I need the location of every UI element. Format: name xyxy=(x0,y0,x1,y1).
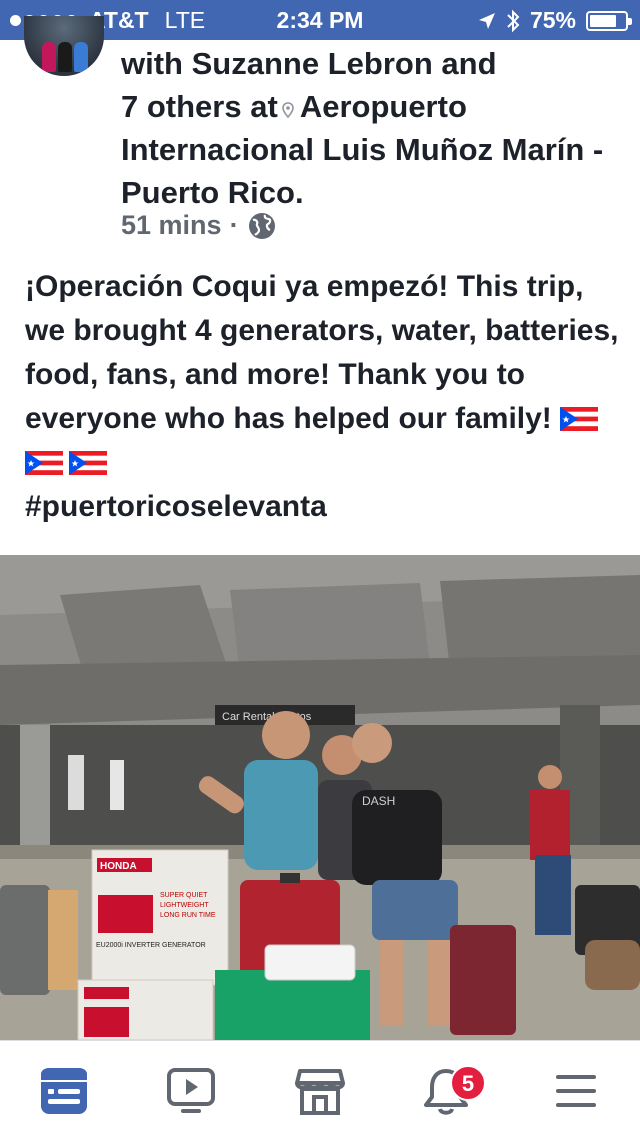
tagged-person-link[interactable]: Suzanne Lebron xyxy=(192,46,433,81)
photo-box-brand: HONDA xyxy=(100,861,137,872)
header-prefix: with xyxy=(121,46,183,81)
meta-separator: · xyxy=(229,210,239,240)
puerto-rico-flag-icon xyxy=(25,451,63,475)
post-timestamp[interactable]: 51 mins xyxy=(121,210,222,241)
photo-box-line: SUPER QUIET xyxy=(160,892,208,899)
battery-percent: 75% xyxy=(529,7,576,33)
photo-scene: Car Rental / Autos HONDA SUPER QUIET LIGH… xyxy=(0,555,640,1040)
menu-icon xyxy=(556,1075,596,1107)
tab-menu[interactable] xyxy=(548,1063,604,1119)
news-feed-icon xyxy=(41,1068,87,1114)
photo-shirt-text: DASH xyxy=(362,794,395,808)
header-at: at xyxy=(250,89,278,124)
status-right: 75% xyxy=(478,7,632,34)
tab-watch[interactable] xyxy=(163,1063,219,1119)
photo-box-line: LIGHTWEIGHT xyxy=(160,902,209,909)
location-arrow-icon xyxy=(478,12,495,29)
post-meta: 51 mins · xyxy=(121,210,277,241)
photo-box-line: LONG RUN TIME xyxy=(160,912,216,919)
header-and: and xyxy=(441,46,497,81)
tab-marketplace[interactable] xyxy=(292,1063,348,1119)
tab-news-feed[interactable] xyxy=(36,1063,92,1119)
notification-count-badge: 5 xyxy=(450,1065,486,1101)
post-header-text: with Suzanne Lebron and 7 others at Aerop… xyxy=(121,42,621,214)
hashtag-link[interactable]: #puertoricoselevanta xyxy=(25,490,327,523)
puerto-rico-flag-icon xyxy=(69,451,107,475)
marketplace-icon xyxy=(295,1069,345,1115)
post-text: ¡Operación Coqui ya empezó! This trip, w… xyxy=(25,270,619,435)
avatar[interactable] xyxy=(24,16,104,76)
bluetooth-icon xyxy=(507,9,520,32)
puerto-rico-flag-icon xyxy=(560,407,599,431)
post-photo[interactable]: Car Rental / Autos HONDA SUPER QUIET LIGH… xyxy=(0,555,640,1040)
location-pin-icon xyxy=(282,102,294,118)
photo-box-model: EU2000i INVERTER GENERATOR xyxy=(96,942,206,949)
battery-level-fill xyxy=(590,14,616,27)
bottom-tab-bar: 5 xyxy=(0,1040,640,1136)
post-message: ¡Operación Coqui ya empezó! This trip, w… xyxy=(25,265,625,529)
others-link[interactable]: 7 others xyxy=(121,89,242,124)
svg-text:SUPER QUIETLIGHTWEIGHTLONG RUN: SUPER QUIET LIGHTWEIGHT LONG RUN TIME xyxy=(160,892,216,919)
battery-icon xyxy=(586,10,632,31)
globe-icon xyxy=(248,212,275,239)
watch-icon xyxy=(167,1068,215,1113)
